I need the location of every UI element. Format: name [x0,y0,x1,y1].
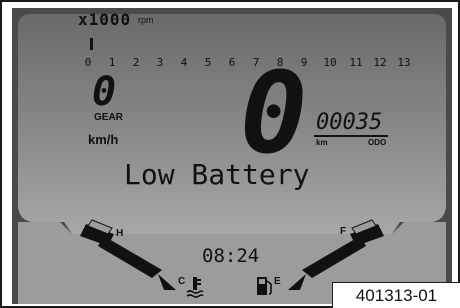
rpm-scale-label: x1000 [78,10,132,29]
temp-cold-label: C [178,276,186,287]
figure-id-label: 401313-01 [332,282,460,308]
rpm-tick: 1 [108,56,116,69]
rpm-tick: 0 [84,56,92,69]
rpm-tick: 13 [397,56,411,69]
gear-indicator: 0 [92,69,117,115]
odometer-label: ODO [368,138,387,147]
fuel-full-label: F [340,226,347,237]
lcd-display: x1000 rpm 0 1 2 3 4 5 6 7 8 9 10 11 12 1… [12,8,452,304]
rpm-tick: 4 [180,56,188,69]
rpm-tick: 3 [156,56,164,69]
rpm-tick: 2 [132,56,140,69]
odometer-unit: km [316,138,328,147]
fuel-pump-icon [257,277,272,295]
clock-display: 08:24 [202,245,260,267]
rpm-tick: 10 [323,56,337,69]
rpm-tick: 12 [373,56,387,69]
rpm-unit-label: rpm [138,15,154,25]
rpm-tick: 6 [228,56,236,69]
temp-high-label: H [116,228,124,239]
gear-label: GEAR [94,112,123,123]
speedometer-readout: 0 [240,49,308,179]
odometer-value: 00035 [316,110,383,135]
rpm-tick: 11 [349,56,363,69]
coolant-temp-icon [186,277,204,298]
fuel-empty-label: E [274,276,281,287]
speed-unit-label: km/h [88,132,119,147]
warning-message: Low Battery [124,158,310,191]
rpm-tick: 5 [204,56,212,69]
instrument-cluster-figure: x1000 rpm 0 1 2 3 4 5 6 7 8 9 10 11 12 1… [0,0,460,308]
